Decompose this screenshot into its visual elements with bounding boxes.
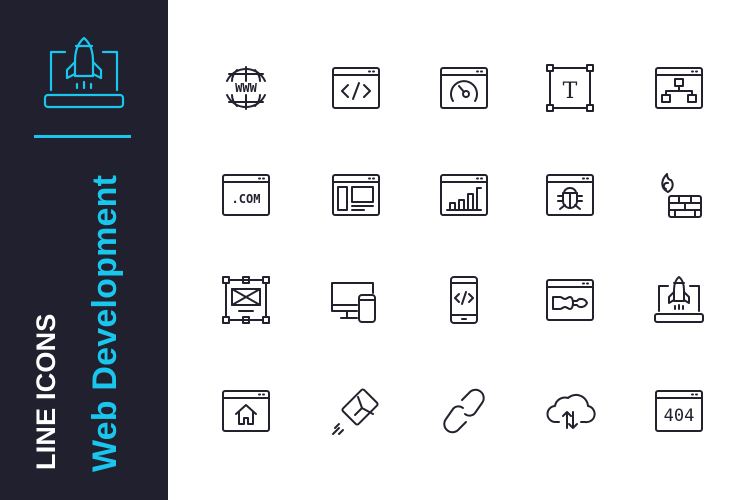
firewall-icon [652, 168, 706, 222]
www-label: WWW [235, 81, 257, 95]
browser-dotcom-icon: .COM [219, 168, 273, 222]
send-mail-icon [329, 384, 383, 438]
text-tool-icon: T [543, 61, 597, 115]
browser-speedometer-icon [437, 61, 491, 115]
cloud-transfer-icon [543, 384, 597, 438]
browser-layout-icon [329, 168, 383, 222]
www-globe-icon: WWW [219, 61, 273, 115]
browser-404-icon: 404 [652, 384, 706, 438]
responsive-devices-icon [329, 273, 383, 327]
wireframe-icon [219, 273, 273, 327]
text-tool-label: T [563, 79, 578, 104]
browser-code-icon [329, 61, 383, 115]
icon-grid: WWW T .COM 404 [0, 0, 752, 500]
browser-bug-icon [543, 168, 597, 222]
browser-screwdriver-icon [543, 273, 597, 327]
browser-bar-chart-icon [437, 168, 491, 222]
mobile-code-icon [437, 273, 491, 327]
laptop-rocket-icon [652, 273, 706, 327]
browser-home-icon [219, 384, 273, 438]
error-code-label: 404 [664, 406, 695, 426]
link-icon [437, 384, 491, 438]
dotcom-label: .COM [232, 192, 261, 206]
browser-sitemap-icon [652, 61, 706, 115]
